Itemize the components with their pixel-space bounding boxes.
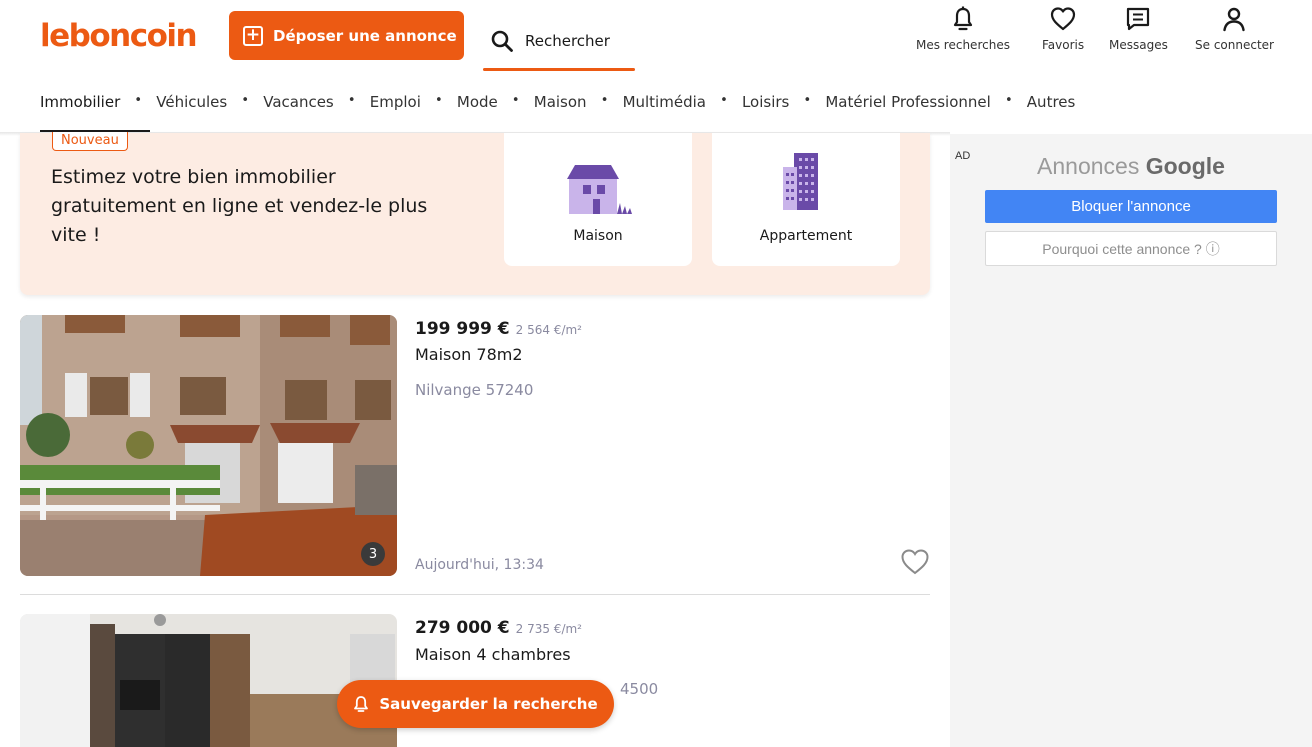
favorite-button[interactable] xyxy=(900,548,930,580)
category-separator: • xyxy=(1004,93,1013,108)
saved-searches-label: Mes recherches xyxy=(916,38,1010,52)
listing-divider xyxy=(20,594,930,595)
photo-count-badge: 3 xyxy=(361,542,385,566)
login-label: Se connecter xyxy=(1195,38,1274,52)
plus-icon: + xyxy=(243,25,263,46)
estimate-banner: Nouveau Estimez votre bien immobilier gr… xyxy=(20,132,930,295)
heart-outline-icon xyxy=(901,549,929,575)
listing-card[interactable]: 3 199 999 € 2 564 €/m² Maison 78m2 Nilvan… xyxy=(20,315,930,576)
category-separator: • xyxy=(134,93,143,108)
listing-location: 4500 xyxy=(620,680,659,698)
top-header: leboncoin + Déposer une annonce Recherch… xyxy=(0,0,1312,72)
message-icon xyxy=(1127,7,1150,31)
category-emploi[interactable]: Emploi xyxy=(370,84,421,132)
block-ad-button[interactable]: Bloquer l'annonce xyxy=(985,190,1277,223)
bell-icon xyxy=(354,696,369,712)
listing-title[interactable]: Maison 78m2 xyxy=(415,345,523,364)
listing-title[interactable]: Maison 4 chambres xyxy=(415,645,571,664)
bell-icon xyxy=(953,6,973,31)
category-separator: • xyxy=(435,93,443,108)
estimate-apartment-card[interactable]: Appartement xyxy=(712,133,900,266)
price-value: 199 999 € xyxy=(415,319,510,339)
category-immobilier[interactable]: Immobilier xyxy=(40,84,151,132)
user-icon xyxy=(1223,7,1246,32)
save-search-label: Sauvegarder la recherche xyxy=(379,695,598,713)
search-tab-label: Rechercher xyxy=(525,32,610,50)
why-this-ad-button[interactable]: Pourquoi cette annonce ? ⓘ xyxy=(985,231,1277,266)
post-ad-button[interactable]: + Déposer une annonce xyxy=(229,11,464,60)
house-card-label: Maison xyxy=(573,228,623,244)
category-separator: • xyxy=(241,93,250,108)
category-vacances[interactable]: Vacances xyxy=(263,84,334,132)
category-vehicules[interactable]: Véhicules xyxy=(156,84,227,132)
saved-searches-link[interactable]: Mes recherches xyxy=(916,6,1010,52)
listing-price: 199 999 € 2 564 €/m² xyxy=(415,319,582,339)
post-ad-label: Déposer une annonce xyxy=(273,26,457,45)
search-tab[interactable]: Rechercher xyxy=(483,11,635,71)
listing-date: Aujourd'hui, 13:34 xyxy=(415,557,544,573)
category-loisirs[interactable]: Loisirs xyxy=(742,84,789,132)
category-separator: • xyxy=(803,93,812,108)
active-tab-underline xyxy=(483,68,635,71)
listing-location: Nilvange 57240 xyxy=(415,381,534,399)
estimate-house-card[interactable]: Maison xyxy=(504,133,692,266)
ad-title-prefix: Annonces xyxy=(1037,153,1140,179)
new-badge: Nouveau xyxy=(52,132,128,151)
sidebar-ad-area xyxy=(950,134,1312,747)
apartment-card-label: Appartement xyxy=(759,228,853,244)
login-link[interactable]: Se connecter xyxy=(1195,6,1274,52)
price-value: 279 000 € xyxy=(415,618,510,638)
save-search-button[interactable]: Sauvegarder la recherche xyxy=(337,680,614,728)
price-per-m2: 2 735 €/m² xyxy=(515,622,582,636)
category-separator: • xyxy=(347,93,356,108)
apartment-building-icon xyxy=(783,153,818,210)
listing-photo[interactable] xyxy=(20,614,397,747)
search-icon xyxy=(491,30,513,52)
price-per-m2: 2 564 €/m² xyxy=(515,323,582,337)
favorites-label: Favoris xyxy=(1042,38,1085,52)
category-nav: Immobilier • Véhicules • Vacances • Empl… xyxy=(0,84,1312,134)
leboncoin-logo[interactable]: leboncoin xyxy=(40,18,198,54)
google-ads-title: Annonces Google xyxy=(985,153,1277,180)
category-separator: • xyxy=(511,93,520,108)
heart-icon xyxy=(1050,7,1076,31)
messages-link[interactable]: Messages xyxy=(1109,6,1168,52)
house-icon xyxy=(567,165,632,214)
category-maison[interactable]: Maison xyxy=(534,84,587,132)
ad-tag: AD xyxy=(955,150,971,162)
listing-photo[interactable]: 3 xyxy=(20,315,397,576)
favorites-link[interactable]: Favoris xyxy=(1042,6,1084,52)
category-separator: • xyxy=(720,93,728,108)
category-autres[interactable]: Autres xyxy=(1027,84,1076,132)
messages-label: Messages xyxy=(1109,38,1168,52)
estimate-banner-text: Estimez votre bien immobilier gratuiteme… xyxy=(51,166,428,246)
category-multimedia[interactable]: Multimédia xyxy=(623,84,706,132)
category-mode[interactable]: Mode xyxy=(457,84,498,132)
house-photo xyxy=(20,315,397,576)
listing-price: 279 000 € 2 735 €/m² xyxy=(415,618,582,638)
kitchen-photo xyxy=(20,614,397,747)
category-separator: • xyxy=(600,93,609,108)
category-materiel-professionnel[interactable]: Matériel Professionnel xyxy=(825,84,990,132)
ad-title-brand: Google xyxy=(1145,153,1225,179)
